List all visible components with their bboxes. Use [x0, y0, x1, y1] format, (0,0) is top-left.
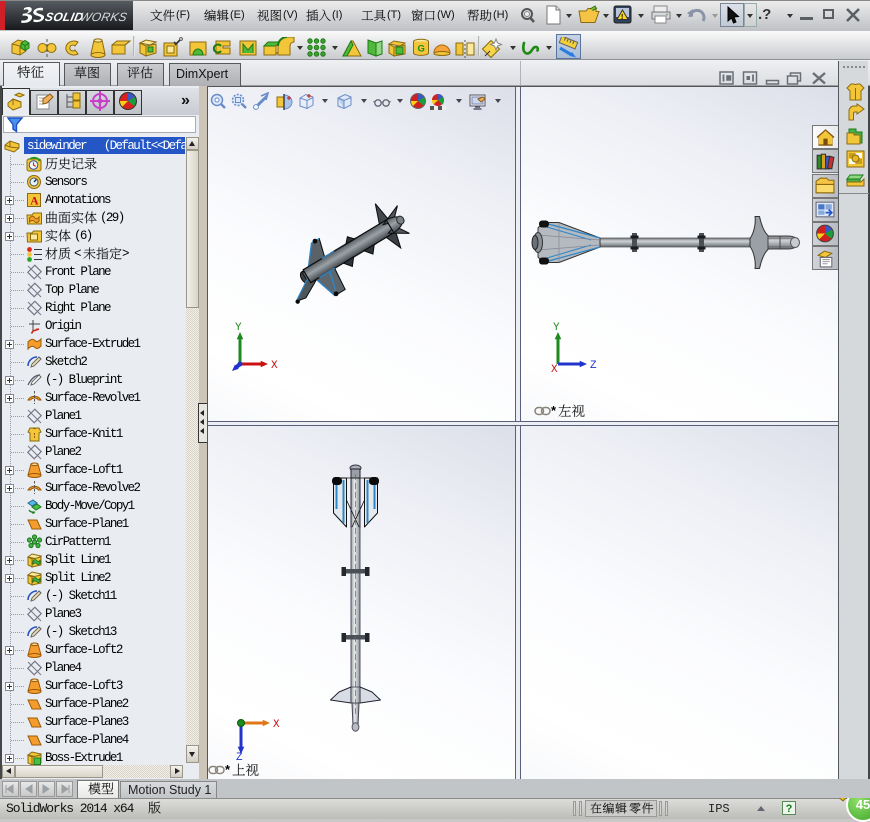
svg-text:WORKS: WORKS	[79, 10, 129, 24]
svg-text:A: A	[30, 196, 39, 208]
svg-text:G: G	[418, 44, 425, 55]
svg-text:!: !	[621, 14, 623, 21]
